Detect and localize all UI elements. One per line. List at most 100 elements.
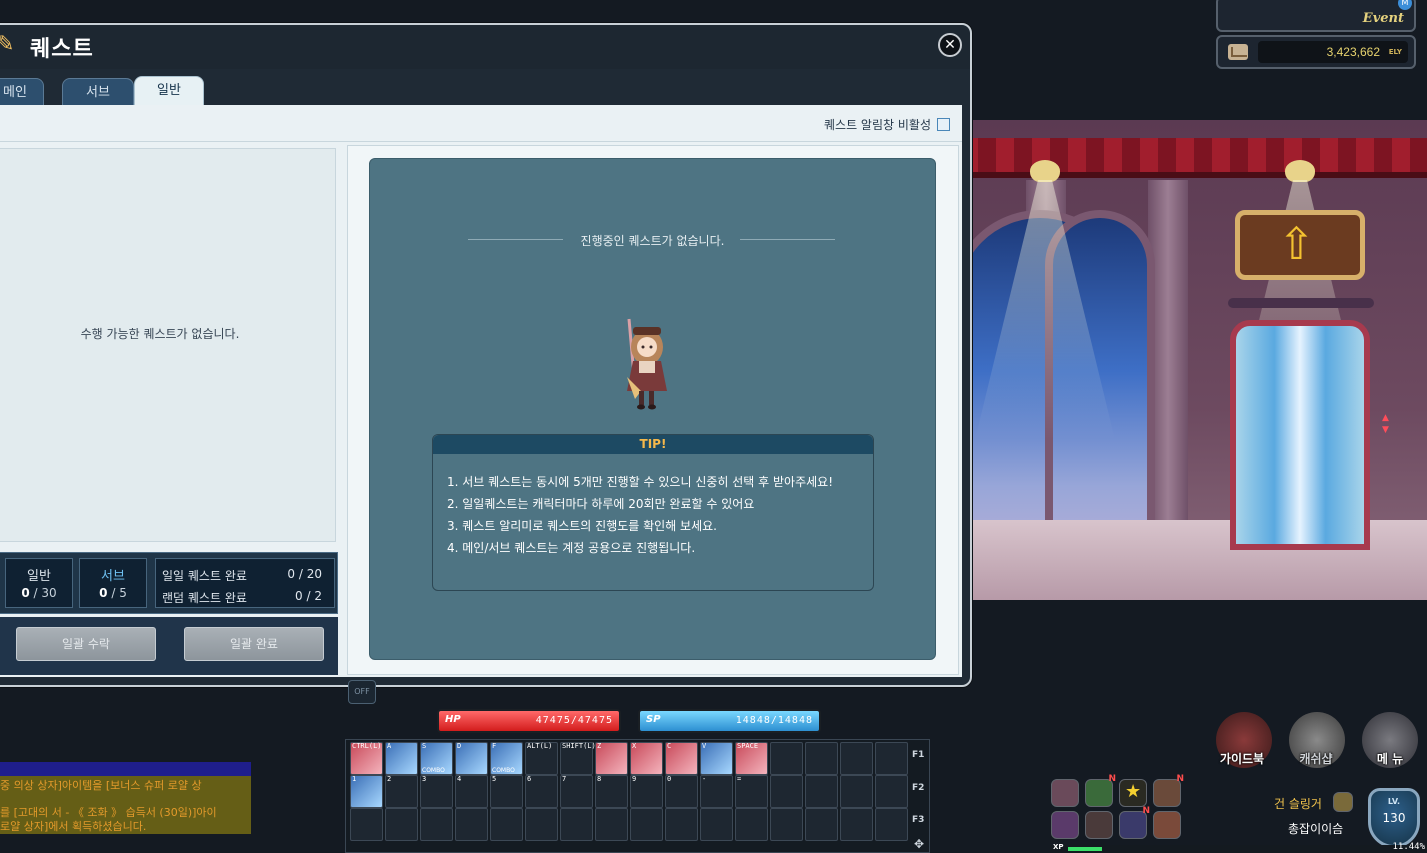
general-count-label: 일반 (27, 569, 51, 584)
skill-slot[interactable]: X (630, 742, 663, 775)
skill-slot[interactable]: SPACE (735, 742, 768, 775)
skill-slot[interactable] (875, 775, 908, 808)
skill-slot[interactable] (560, 808, 593, 841)
character-job: 총잡이이슴 (1288, 822, 1344, 836)
item-key-label: 7 (562, 775, 567, 783)
skill-key-label: S (422, 742, 427, 750)
complete-all-button[interactable]: 일괄 완료 (184, 627, 324, 661)
bulk-button-bar: 일괄 수락 일괄 완료 (0, 617, 338, 675)
skill-slot[interactable] (455, 808, 488, 841)
skill-slot[interactable] (595, 808, 628, 841)
skill-slot[interactable] (805, 775, 838, 808)
tip-line: 1. 서브 퀘스트는 동시에 5개만 진행할 수 있으니 신중히 선택 후 받아… (447, 475, 834, 489)
skill-slot[interactable] (490, 808, 523, 841)
quest-window-titlebar[interactable]: ✎ 퀘스트 ✕ (0, 25, 970, 69)
function-key-label[interactable]: F2 (912, 783, 924, 793)
mail-icon[interactable] (1228, 44, 1248, 60)
skill-slot[interactable] (840, 808, 873, 841)
notify-checkbox[interactable] (937, 118, 950, 131)
skill-slot[interactable] (735, 808, 768, 841)
skill-slot[interactable] (805, 808, 838, 841)
skill-key-label: V (702, 742, 707, 750)
skill-slot[interactable] (770, 775, 803, 808)
skill-slot[interactable] (875, 742, 908, 775)
skill-key-label: ALT(L) (527, 742, 553, 750)
skill-slot[interactable]: 3 (420, 775, 453, 808)
skill-slot[interactable] (840, 742, 873, 775)
off-toggle-button[interactable]: OFF (348, 680, 376, 704)
skill-slot[interactable]: 7 (560, 775, 593, 808)
skill-slot[interactable] (385, 808, 418, 841)
tip-line: 3. 퀘스트 알리미로 퀘스트의 진행도를 확인해 보세요. (447, 519, 717, 533)
wand-icon[interactable]: N (1119, 806, 1150, 839)
skill-slot[interactable]: D (455, 742, 488, 775)
new-badge: N (1142, 806, 1150, 816)
skill-slot[interactable]: 2 (385, 775, 418, 808)
tab-general[interactable]: 일반 (134, 76, 204, 107)
star-icon[interactable]: ★ (1119, 779, 1147, 807)
close-icon[interactable]: ✕ (938, 33, 962, 57)
chat-line: 중 의상 상자]아이템을 [보너스 슈퍼 로얄 상 (0, 779, 202, 792)
armor-icon[interactable] (1085, 811, 1113, 839)
skill-slot[interactable] (665, 808, 698, 841)
skill-slot[interactable]: SHIFT(L) (560, 742, 596, 775)
skill-slot[interactable] (350, 808, 383, 841)
skill-slot[interactable]: ALT(L) (525, 742, 558, 775)
notify-toggle[interactable]: 퀘스트 알림창 비활성 (824, 116, 950, 133)
move-handle-icon[interactable]: ✥ (914, 837, 924, 851)
pet-icon[interactable] (1051, 779, 1079, 807)
tab-sub[interactable]: 서브 (62, 78, 134, 106)
accept-all-button[interactable]: 일괄 수락 (16, 627, 156, 661)
scroll-arrows-icon[interactable]: ▲ ▼ (1382, 412, 1389, 436)
tip-title: TIP! (433, 435, 873, 454)
function-key-label[interactable]: F3 (912, 815, 924, 825)
skill-slot[interactable]: 5 (490, 775, 523, 808)
daily-quest-label: 일일 퀘스트 완료 (162, 569, 247, 583)
skill-slot[interactable]: 8 (595, 775, 628, 808)
skill-slot[interactable] (525, 808, 558, 841)
elevator-portal[interactable] (1230, 320, 1370, 550)
skill-slot[interactable] (420, 808, 453, 841)
skill-slot[interactable]: A (385, 742, 418, 775)
skill-slot[interactable]: C (665, 742, 698, 775)
skill-slot[interactable] (805, 742, 838, 775)
chat-strip (0, 762, 251, 776)
skill-slot[interactable] (840, 775, 873, 808)
gift-icon[interactable]: N (1085, 774, 1116, 807)
skill-slot[interactable] (875, 808, 908, 841)
skill-slot[interactable]: CTRL(L) (350, 742, 383, 775)
function-key-label[interactable]: F1 (912, 750, 924, 760)
menu-label[interactable]: 메 뉴 (1355, 750, 1425, 767)
skill-key-label: D (457, 742, 462, 750)
skill-slot[interactable] (630, 808, 663, 841)
skill-key-label: A (387, 742, 392, 750)
skill-slot[interactable] (770, 808, 803, 841)
skill-slot[interactable]: - (700, 775, 733, 808)
skill-slot[interactable]: 4 (455, 775, 488, 808)
skill-slot[interactable] (770, 742, 803, 775)
skill-slot[interactable] (700, 808, 733, 841)
skill-slot[interactable]: S COMBO (420, 742, 453, 775)
skill-slot[interactable]: Z (595, 742, 628, 775)
skill-slot[interactable]: 6 (525, 775, 558, 808)
up-arrow-icon: ⇧ (1278, 219, 1315, 270)
backpack-icon[interactable] (1153, 811, 1181, 839)
ceiling-lamp-icon (1030, 160, 1060, 182)
maple-points-icon[interactable] (1051, 811, 1079, 839)
skill-slot[interactable]: 9 (630, 775, 663, 808)
skill-quickslot-bar: F1 F2 F3 ✥ CTRL(L) A S COMBO D F COMBO ALT(L) SH… (345, 739, 930, 853)
bundle-icon[interactable]: N (1153, 774, 1184, 807)
meso-field: 3,423,662 ELY (1258, 41, 1408, 63)
skill-key-label: CTRL(L) (352, 742, 382, 750)
event-panel[interactable]: M Event (1216, 0, 1416, 32)
general-count-current: 0 (21, 586, 30, 600)
skill-slot[interactable]: = (735, 775, 768, 808)
skill-slot[interactable]: V (700, 742, 733, 775)
skill-slot[interactable]: 0 (665, 775, 698, 808)
tab-main[interactable]: 메인 (0, 78, 44, 106)
skill-slot[interactable]: 1 (350, 775, 383, 808)
combo-label: COMBO (422, 767, 445, 774)
cash-shop-label[interactable]: 캐쉬샵 (1281, 750, 1351, 767)
skill-slot[interactable]: F COMBO (490, 742, 523, 775)
guidebook-label[interactable]: 가이드북 (1207, 750, 1277, 767)
